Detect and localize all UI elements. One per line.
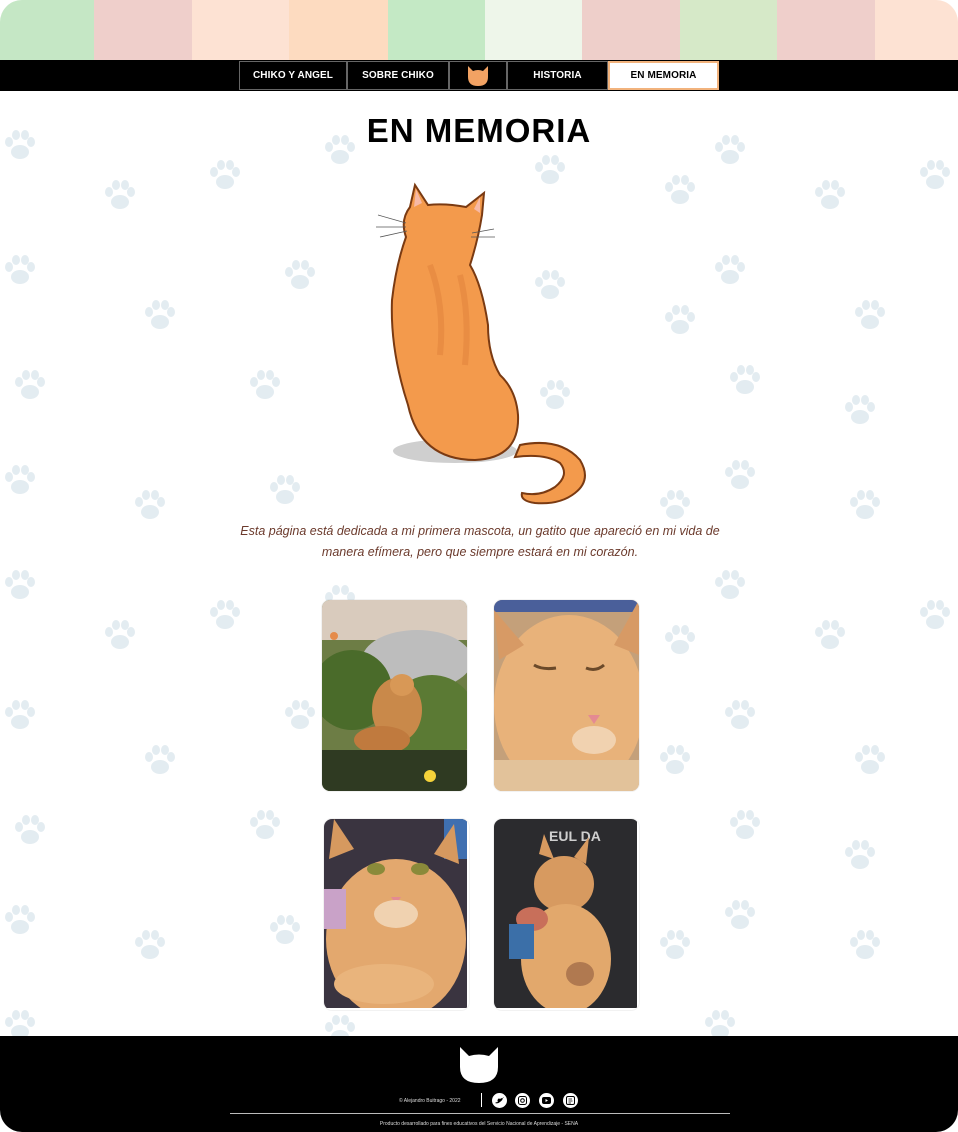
paw-icon (210, 160, 240, 189)
paw-icon (665, 625, 695, 654)
paw-icon (920, 160, 950, 189)
paw-icon (270, 915, 300, 944)
paw-icon (145, 300, 175, 329)
paw-icon (15, 815, 45, 844)
paw-icon (285, 260, 315, 289)
stripe-swatch (388, 0, 485, 60)
cat-head-icon[interactable] (458, 1047, 500, 1083)
orange-cat-illustration (376, 182, 586, 505)
paw-icon (920, 600, 950, 629)
paw-icon (725, 460, 755, 489)
paw-icon (665, 305, 695, 334)
footer (0, 1036, 958, 1132)
cat-lying-photo (324, 819, 469, 1010)
paw-icon (285, 700, 315, 729)
paw-icon (850, 490, 880, 519)
paw-icon (105, 180, 135, 209)
paw-icon (5, 700, 35, 729)
paw-icon (5, 465, 35, 494)
top-navigation: CHIKO Y ANGEL SOBRE CHIKO HISTORIA EN ME… (0, 60, 958, 91)
twitter-icon[interactable] (492, 1093, 507, 1108)
paw-icon (660, 930, 690, 959)
paw-icon (815, 180, 845, 209)
stripe-swatch (680, 0, 777, 60)
paw-icon (715, 570, 745, 599)
paw-icon (250, 810, 280, 839)
paw-icon (725, 700, 755, 729)
cat-held-photo: EUL DA (494, 819, 639, 1010)
paw-icon (5, 1010, 35, 1036)
stripe-swatch (875, 0, 958, 60)
paw-icon (5, 255, 35, 284)
nav-sobre-chiko[interactable]: SOBRE CHIKO (347, 61, 449, 90)
stripe-swatch (94, 0, 192, 60)
cat-head-icon (468, 65, 488, 86)
nav-home-logo[interactable] (449, 61, 507, 90)
paw-icon (730, 810, 760, 839)
page-title: EN MEMORIA (366, 112, 592, 149)
paw-icon (660, 490, 690, 519)
paw-icon (270, 475, 300, 504)
stripe-swatch (0, 0, 94, 60)
paw-icon (210, 600, 240, 629)
nav-chiko-y-angel[interactable]: CHIKO Y ANGEL (239, 61, 347, 90)
paw-icon (730, 365, 760, 394)
paw-icon (145, 745, 175, 774)
paw-icon (715, 255, 745, 284)
stripe-swatch (582, 0, 680, 60)
paw-icon (850, 930, 880, 959)
stripe-swatch (192, 0, 289, 60)
paw-icon (325, 1015, 355, 1036)
page: CHIKO Y ANGEL SOBRE CHIKO HISTORIA EN ME… (0, 0, 958, 1132)
nav-en-memoria[interactable]: EN MEMORIA (608, 61, 719, 90)
paw-icon (15, 370, 45, 399)
paw-icon (855, 745, 885, 774)
svg-text:EUL DA: EUL DA (549, 828, 601, 844)
paw-icon (135, 490, 165, 519)
copyright-text: © Alejandro Buitrago - 2022 (399, 1098, 461, 1104)
paw-icon (855, 300, 885, 329)
footer-credit: Producto desarrollado para fines educati… (379, 1121, 579, 1127)
cat-closeup-photo (494, 600, 639, 791)
paw-icon (5, 905, 35, 934)
color-stripe (0, 0, 958, 60)
instagram-icon[interactable] (515, 1093, 530, 1108)
paw-icon (725, 900, 755, 929)
paw-icon (845, 395, 875, 424)
blog-icon[interactable] (563, 1093, 578, 1108)
footer-divider (481, 1093, 482, 1107)
paw-icon (845, 840, 875, 869)
paw-icon (105, 620, 135, 649)
stripe-swatch (289, 0, 388, 60)
paw-icon (815, 620, 845, 649)
paw-icon (665, 175, 695, 204)
paw-icon (5, 570, 35, 599)
youtube-icon[interactable] (539, 1093, 554, 1108)
paw-icon (135, 930, 165, 959)
cat-in-garden-photo (322, 600, 467, 791)
paw-icon (660, 745, 690, 774)
footer-rule (230, 1113, 730, 1114)
paw-icon (250, 370, 280, 399)
stripe-swatch (777, 0, 875, 60)
stripe-swatch (485, 0, 582, 60)
dedication-text: Esta página está dedicada a mi primera m… (240, 524, 720, 560)
nav-historia[interactable]: HISTORIA (507, 61, 608, 90)
paw-icon (705, 1010, 735, 1036)
